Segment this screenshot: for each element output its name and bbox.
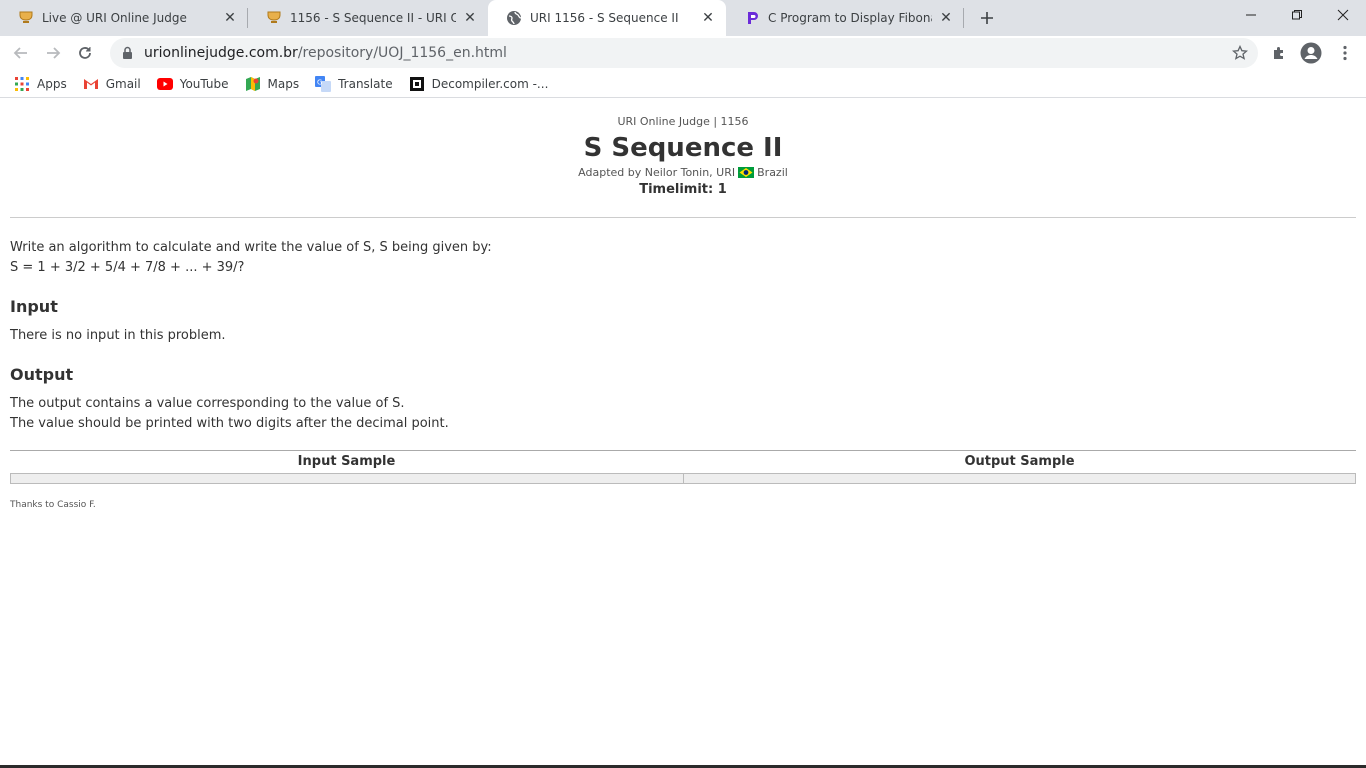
problem-header: URI Online Judge | 1156 S Sequence II Ad… (0, 103, 1366, 197)
close-tab-icon[interactable]: ✕ (222, 10, 238, 26)
bookmark-label: Maps (267, 76, 300, 91)
output-sample-box[interactable] (683, 473, 1356, 484)
thanks-note: Thanks to Cassio F. (10, 500, 96, 510)
output-heading: Output (10, 365, 74, 384)
description-line: Write an algorithm to calculate and writ… (10, 240, 492, 255)
problem-title: S Sequence II (583, 133, 783, 163)
bookmark-label: YouTube (179, 76, 229, 91)
profile-button[interactable] (1298, 40, 1324, 66)
uri-trophy-icon (266, 10, 282, 26)
close-window-button[interactable] (1320, 0, 1366, 30)
menu-button[interactable] (1332, 40, 1358, 66)
url-path: /repository/UOJ_1156_en.html (297, 45, 507, 61)
decompiler-icon (409, 76, 425, 92)
kebab-menu-icon (1343, 45, 1347, 61)
brazil-flag-icon (738, 167, 755, 178)
close-tab-icon[interactable]: ✕ (700, 10, 716, 26)
minimize-button[interactable] (1228, 0, 1274, 30)
author-name: Adapted by Neilor Tonin, URI (578, 166, 736, 179)
maps-icon (245, 76, 261, 92)
bookmark-translate[interactable]: G Translate (315, 72, 393, 96)
youtube-icon (156, 76, 173, 92)
tab-title: Live @ URI Online Judge (42, 11, 187, 25)
description-formula: S = 1 + 3/2 + 5/4 + 7/8 + ... + 39/? (10, 260, 245, 275)
bookmark-youtube[interactable]: YouTube (156, 72, 229, 96)
problem-crumb: URI Online Judge | 1156 (617, 115, 749, 128)
tab-fibonacci[interactable]: C Program to Display Fibonacci Sequence … (726, 0, 964, 36)
close-tab-icon[interactable]: ✕ (462, 10, 478, 26)
account-icon (1300, 42, 1322, 64)
problem-author: Adapted by Neilor Tonin, URI Brazil (0, 166, 1366, 179)
url-host: urionlinejudge.com.br (144, 45, 298, 61)
apps-grid-icon (14, 76, 30, 92)
reload-button[interactable] (70, 38, 100, 68)
forward-button[interactable] (38, 38, 68, 68)
bookmarks-bar: Apps Gmail YouTube Maps G Translate Deco… (0, 70, 1366, 98)
restore-button[interactable] (1274, 0, 1320, 30)
tab-title: C Program to Display Fibonacci Sequence (768, 11, 932, 25)
lock-icon[interactable] (120, 46, 134, 60)
input-heading: Input (10, 297, 58, 316)
bookmark-label: Gmail (105, 76, 141, 91)
svg-text:G: G (317, 78, 322, 86)
gmail-icon (83, 76, 99, 92)
globe-icon (506, 10, 522, 26)
close-tab-icon[interactable]: ✕ (938, 10, 954, 26)
tab-uri-1156-active[interactable]: URI 1156 - S Sequence II ✕ (488, 0, 726, 36)
back-button[interactable] (6, 38, 36, 68)
bookmark-decompiler[interactable]: Decompiler.com -... (409, 72, 549, 96)
browser-toolbar: urionlinejudge.com.br/repository/UOJ_115… (0, 36, 1366, 70)
bookmark-label: Apps (37, 76, 67, 91)
tab-title: 1156 - S Sequence II - URI Online Judge (290, 11, 456, 25)
page-content: URI Online Judge | 1156 S Sequence II Ad… (0, 103, 1366, 768)
bookmark-label: Decompiler.com -... (431, 76, 549, 91)
tab-strip: Live @ URI Online Judge ✕ 1156 - S Seque… (0, 0, 1366, 36)
tab-title: URI 1156 - S Sequence II (530, 11, 679, 25)
tab-1156-uri[interactable]: 1156 - S Sequence II - URI Online Judge … (248, 0, 488, 36)
tab-live-uri[interactable]: Live @ URI Online Judge ✕ (0, 0, 248, 36)
problem-body: Write an algorithm to calculate and writ… (0, 218, 1366, 434)
author-country: Brazil (757, 166, 788, 179)
translate-icon: G (315, 75, 332, 92)
bookmark-star-icon[interactable] (1231, 44, 1249, 61)
timelimit: Timelimit: 1 (639, 182, 727, 197)
tab-separator (963, 8, 964, 28)
input-sample-heading: Input Sample (297, 454, 396, 469)
url-text[interactable]: urionlinejudge.com.br/repository/UOJ_115… (144, 45, 1258, 61)
input-text: There is no input in this problem. (10, 328, 226, 343)
output-sample-heading: Output Sample (964, 454, 1075, 469)
input-sample-box[interactable] (10, 473, 684, 484)
output-text-line: The value should be printed with two dig… (10, 416, 449, 431)
samples-table: Input Sample Output Sample (10, 450, 1356, 484)
uri-trophy-icon (18, 10, 34, 26)
puzzle-icon (1274, 47, 1283, 59)
programiz-icon (744, 10, 760, 26)
new-tab-button[interactable] (975, 6, 999, 30)
bookmark-apps[interactable]: Apps (14, 72, 67, 96)
address-bar[interactable]: urionlinejudge.com.br/repository/UOJ_115… (110, 38, 1258, 68)
reload-icon (79, 47, 91, 59)
extensions-button[interactable] (1266, 40, 1292, 66)
back-arrow-icon (13, 47, 27, 59)
bookmark-label: Translate (338, 76, 393, 91)
bookmark-maps[interactable]: Maps (245, 72, 300, 96)
bookmark-gmail[interactable]: Gmail (83, 72, 141, 96)
forward-arrow-icon (47, 47, 61, 59)
output-text-line: The output contains a value correspondin… (10, 396, 405, 411)
